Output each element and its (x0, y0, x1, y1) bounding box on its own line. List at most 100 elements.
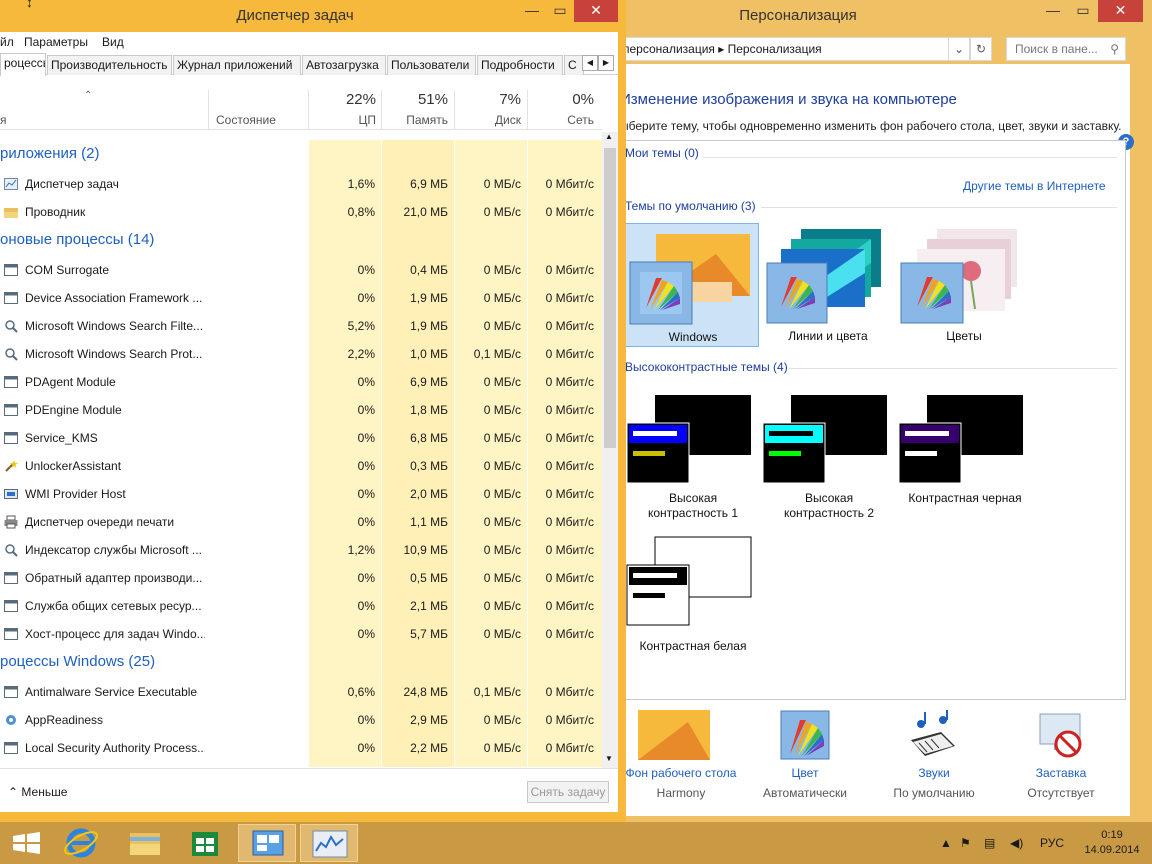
group-title: риложения (2) (0, 145, 100, 162)
tab-startup[interactable]: Автозагрузка (302, 55, 386, 75)
input-language-indicator[interactable]: РУС (1040, 822, 1064, 864)
column-status[interactable]: Состояние (200, 112, 276, 128)
setting-name[interactable]: Цвет (740, 766, 870, 780)
scroll-thumb[interactable] (604, 148, 616, 448)
column-disk[interactable]: Диск (455, 112, 521, 128)
default-themes-label: Темы по умолчанию (3) (625, 199, 756, 213)
tab-app-history[interactable]: Журнал приложений (173, 55, 301, 75)
clock[interactable]: 0:19 14.09.2014 (1080, 828, 1144, 858)
maximize-button[interactable]: ▭ (546, 0, 574, 22)
process-row[interactable]: Microsoft Windows Search Filte... 5,2% 1,9… (0, 312, 602, 340)
process-row[interactable]: Service_KMS 0% 6,8 МБ 0 МБ/с 0 Мбит/с (0, 424, 602, 452)
volume-icon[interactable]: ◀) (1010, 822, 1023, 864)
tab-processes[interactable]: роцессы (0, 53, 46, 76)
menu-file[interactable]: йл (0, 32, 14, 52)
tab-scroll-left-icon[interactable]: ◀ (582, 55, 598, 71)
setting-name[interactable]: Заставка (996, 766, 1126, 780)
theme-windows[interactable]: Windows (625, 223, 759, 347)
setting-name[interactable]: Фон рабочего стола (616, 766, 746, 780)
action-center-flag-icon[interactable]: ⚑ (960, 822, 971, 864)
more-themes-link[interactable]: Другие темы в Интернете (963, 179, 1106, 193)
theme-high-contrast-1[interactable]: Высокая контрастность 1 (625, 393, 761, 523)
theme-flowers[interactable]: Цветы (897, 223, 1031, 347)
tab-services[interactable]: С (564, 55, 584, 75)
close-button[interactable]: ✕ (1098, 0, 1143, 22)
group-header[interactable]: оновые процессы (14) (0, 226, 602, 254)
process-row[interactable]: AppReadiness 0% 2,9 МБ 0 МБ/с 0 Мбит/с (0, 706, 602, 734)
theme-high-contrast-white[interactable]: Контрастная белая (625, 535, 761, 665)
tab-performance[interactable]: Производительность (47, 55, 172, 75)
show-hidden-icons-chevron-icon[interactable]: ▲ (940, 822, 952, 864)
process-row[interactable]: Хост-процесс для задач Windo... 0% 5,7 МБ 0… (0, 620, 602, 648)
tab-details[interactable]: Подробности (477, 55, 563, 75)
dropdown-chevron-icon[interactable]: ⌄ (948, 37, 970, 61)
process-row[interactable]: PDAgent Module 0% 6,9 МБ 0 МБ/с 0 Мбит/с (0, 368, 602, 396)
process-row[interactable]: UnlockerAssistant 0% 0,3 МБ 0 МБ/с 0 Мбит/с (0, 452, 602, 480)
theme-settings-bar: Фон рабочего стола Harmony Цвет Автомати… (618, 700, 1130, 816)
process-row[interactable]: Индексатор службы Microsoft ... 1,2% 10,9 … (0, 536, 602, 564)
process-row[interactable]: Диспетчер задач 1,6% 6,9 МБ 0 МБ/с 0 Мбит/с (0, 170, 602, 198)
process-row[interactable]: Microsoft Windows Search Prot... 2,2% 1,0 … (0, 340, 602, 368)
breadcrumb-item[interactable]: персонализация (623, 42, 715, 56)
process-row[interactable]: COM Surrogate 0% 0,4 МБ 0 МБ/с 0 Мбит/с (0, 256, 602, 284)
menu-view[interactable]: Вид (102, 32, 124, 52)
fewer-details-button[interactable]: ⌃ Меньше (8, 785, 67, 799)
start-button[interactable] (0, 824, 58, 862)
process-row[interactable]: Local Security Authority Process... 0% 2,2… (0, 734, 602, 762)
column-name[interactable]: я (0, 112, 8, 128)
setting-name[interactable]: Звуки (869, 766, 999, 780)
theme-lines-and-colors[interactable]: Линии и цвета (761, 223, 895, 347)
sounds-icon (911, 710, 955, 756)
scroll-up-icon[interactable]: ▲ (605, 132, 613, 141)
group-header[interactable]: роцессы Windows (25) (0, 648, 602, 676)
disk-total[interactable]: 7% (455, 90, 521, 110)
process-disk: 0 МБ/с (483, 459, 521, 473)
search-placeholder: Поиск в пане... (1015, 42, 1098, 56)
maximize-button[interactable]: ▭ (1068, 0, 1098, 22)
window-title: Персонализация (739, 7, 857, 24)
file-explorer-button[interactable] (116, 824, 174, 862)
theme-high-contrast-black[interactable]: Контрастная черная (897, 393, 1033, 523)
minimize-button[interactable]: — (518, 0, 546, 22)
breadcrumb[interactable]: персонализация ▸ Персонализация (618, 37, 968, 61)
process-row[interactable]: Обратный адаптер производи... 0% 0,5 МБ 0 М… (0, 564, 602, 592)
vertical-scrollbar[interactable]: ▲ ▼ (602, 132, 618, 768)
end-task-button[interactable]: Снять задачу (527, 781, 609, 803)
process-row[interactable]: Device Association Framework ... 0% 1,9 МБ… (0, 284, 602, 312)
column-cpu[interactable]: ЦП (310, 112, 376, 128)
cpu-total[interactable]: 22% (310, 90, 376, 110)
process-row[interactable]: Диспетчер очереди печати 0% 1,1 МБ 0 МБ/с 0 … (0, 508, 602, 536)
process-row[interactable]: Служба общих сетевых ресур... 0% 2,1 МБ 0 М… (0, 592, 602, 620)
process-row[interactable]: WMI Provider Host 0% 2,0 МБ 0 МБ/с 0 Мбит/с (0, 480, 602, 508)
process-row[interactable]: PDEngine Module 0% 1,8 МБ 0 МБ/с 0 Мбит/с (0, 396, 602, 424)
control-panel-taskbar-button[interactable] (238, 824, 296, 862)
store-button[interactable] (178, 824, 236, 862)
theme-high-contrast-2[interactable]: Высокая контрастность 2 (761, 393, 897, 523)
group-header[interactable]: риложения (2) (0, 140, 602, 168)
page-subtitle: ыберите тему, чтобы одновременно изменит… (620, 119, 1122, 133)
close-button[interactable]: ✕ (574, 0, 618, 22)
minimize-button[interactable]: — (1038, 0, 1068, 22)
tab-users[interactable]: Пользователи (387, 55, 476, 75)
internet-explorer-button[interactable] (54, 824, 112, 862)
process-name: Microsoft Windows Search Prot... (25, 347, 203, 361)
breadcrumb-item[interactable]: Персонализация (728, 42, 822, 56)
process-net: 0 Мбит/с (545, 599, 594, 613)
process-row[interactable]: Antimalware Service Executable 0,6% 24,8 М… (0, 678, 602, 706)
column-memory[interactable]: Память (382, 112, 448, 128)
menu-options[interactable]: Параметры (24, 32, 88, 52)
my-themes-label[interactable]: Мои темы (0) (625, 146, 699, 160)
process-net: 0 Мбит/с (545, 403, 594, 417)
tab-scroll-right-icon[interactable]: ▶ (598, 55, 614, 71)
process-cpu: 1,6% (347, 177, 375, 191)
network-icon[interactable]: ▤ (984, 822, 995, 864)
search-input[interactable]: Поиск в пане... ⚲ (1006, 37, 1126, 61)
memory-total[interactable]: 51% (382, 90, 448, 110)
process-row[interactable]: Проводник 0,8% 21,0 МБ 0 МБ/с 0 Мбит/с (0, 198, 602, 226)
column-network[interactable]: Сеть (528, 112, 594, 128)
network-total[interactable]: 0% (528, 90, 594, 110)
process-name: UnlockerAssistant (25, 459, 122, 473)
refresh-icon[interactable]: ↻ (970, 37, 992, 61)
task-manager-taskbar-button[interactable] (300, 824, 358, 862)
scroll-down-icon[interactable]: ▼ (605, 754, 613, 763)
